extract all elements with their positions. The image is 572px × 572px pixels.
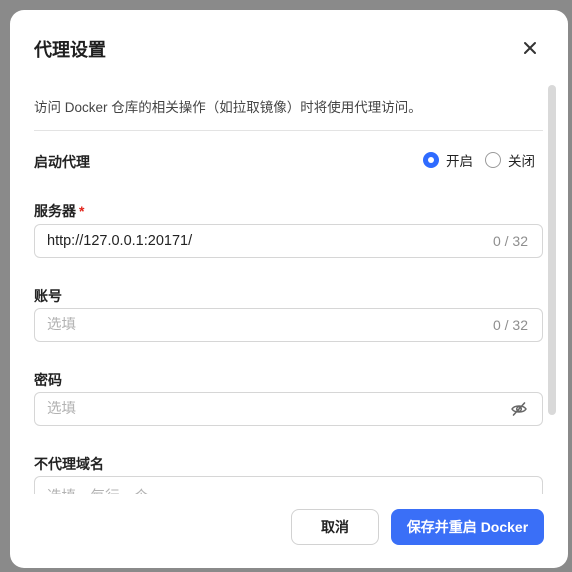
server-label-text: 服务器: [34, 203, 76, 219]
account-char-counter: 0 / 32: [492, 317, 528, 333]
proxy-settings-dialog: 代理设置 访问 Docker 仓库的相关操作（如拉取镜像）时将使用代理访问。 启…: [10, 10, 568, 568]
radio-checked-icon: [423, 152, 439, 168]
close-icon: [524, 42, 536, 54]
no-proxy-field: [34, 476, 543, 494]
proxy-toggle-group: 开启 关闭: [423, 150, 535, 170]
proxy-toggle-label: 启动代理: [34, 154, 90, 170]
radio-unchecked-icon: [485, 152, 501, 168]
radio-disable[interactable]: 关闭: [485, 150, 535, 170]
account-field: 0 / 32: [34, 308, 543, 342]
dialog-body[interactable]: 访问 Docker 仓库的相关操作（如拉取镜像）时将使用代理访问。 启动代理 开…: [10, 80, 568, 494]
dialog-title: 代理设置: [34, 40, 106, 60]
close-button[interactable]: [518, 36, 542, 60]
save-restart-button[interactable]: 保存并重启 Docker: [391, 509, 544, 545]
no-proxy-label: 不代理域名: [34, 456, 104, 472]
no-proxy-textarea[interactable]: [47, 485, 530, 494]
password-input[interactable]: [47, 401, 510, 417]
eye-off-icon: [511, 402, 527, 416]
divider: [34, 130, 543, 131]
cancel-button[interactable]: 取消: [291, 509, 379, 545]
server-char-counter: 0 / 32: [492, 233, 528, 249]
required-mark: *: [79, 203, 85, 219]
account-label: 账号: [34, 288, 62, 304]
server-label: 服务器 *: [34, 201, 84, 221]
account-input[interactable]: [47, 317, 485, 333]
dialog-description: 访问 Docker 仓库的相关操作（如拉取镜像）时将使用代理访问。: [34, 100, 422, 115]
server-input[interactable]: [47, 233, 485, 249]
password-field: [34, 392, 543, 426]
password-label: 密码: [34, 372, 62, 388]
radio-disable-label: 关闭: [508, 154, 535, 169]
server-field: 0 / 32: [34, 224, 543, 258]
scrollbar-thumb[interactable]: [548, 85, 556, 415]
password-visibility-toggle[interactable]: [510, 400, 528, 418]
radio-enable-label: 开启: [446, 154, 473, 169]
radio-enable[interactable]: 开启: [423, 150, 473, 170]
